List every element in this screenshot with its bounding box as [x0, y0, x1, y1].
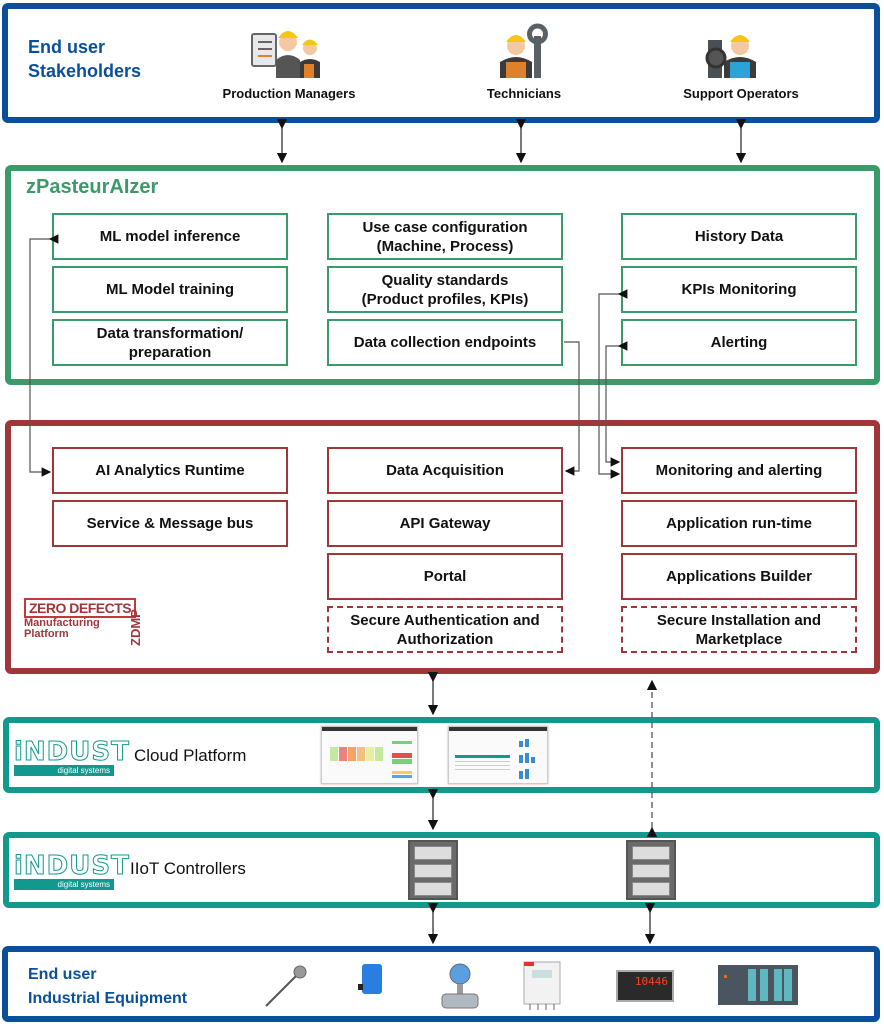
applications-builder[interactable]: Applications Builder — [621, 553, 857, 600]
stakeholders-title: End user Stakeholders — [28, 37, 142, 81]
digital-panel-meter-icon: 10446 — [616, 970, 674, 1002]
equipment-title: End user Industrial Equipment — [28, 966, 188, 1007]
api-gateway[interactable]: API Gateway — [327, 500, 563, 547]
zdmp-logo: ZERO DEFECTS Manufacturing Platform ZDMP — [24, 598, 143, 646]
ml-model-inference[interactable]: ML model inference — [52, 213, 288, 260]
secure-installation-marketplace[interactable]: Secure Installation and Marketplace — [621, 606, 857, 653]
ml-model-training[interactable]: ML Model training — [52, 266, 288, 313]
photoelectric-sensor-icon — [358, 962, 386, 998]
dashboard-screenshot-2 — [448, 726, 548, 784]
portal[interactable]: Portal — [327, 553, 563, 600]
panel-meter-reading: 10446 — [634, 975, 668, 988]
iiot-controllers-label: IIoT Controllers — [130, 859, 246, 878]
zdmp-logo-vertical: ZDMP — [128, 609, 143, 646]
history-data[interactable]: History Data — [621, 213, 857, 260]
zdmp-logo-sub: Manufacturing Platform — [24, 617, 100, 640]
application-runtime[interactable]: Application run-time — [621, 500, 857, 547]
indust-logo-word: iNDUST — [14, 737, 130, 767]
stakeholder-support-operators: Support Operators — [683, 86, 799, 101]
flow-meter-icon — [440, 960, 480, 1012]
indust-logo-cloud: iNDUST digital systems — [14, 737, 130, 776]
indust-logo-word: iNDUST — [14, 851, 130, 881]
plc-rack-icon — [718, 963, 798, 1007]
alerting[interactable]: Alerting — [621, 319, 857, 366]
stakeholder-production-managers: Production Managers — [222, 86, 356, 101]
monitoring-and-alerting[interactable]: Monitoring and alerting — [621, 447, 857, 494]
secure-authentication[interactable]: Secure Authentication and Authorization — [327, 606, 563, 653]
cloud-platform-label: Cloud Platform — [134, 746, 247, 765]
ai-analytics-runtime[interactable]: AI Analytics Runtime — [52, 447, 288, 494]
kpis-monitoring[interactable]: KPIs Monitoring — [621, 266, 857, 313]
data-transformation[interactable]: Data transformation/ preparation — [52, 319, 288, 366]
quality-standards[interactable]: Quality standards (Product profiles, KPI… — [327, 266, 563, 313]
zpasteuraizer-title: zPasteurAIzer — [26, 176, 159, 198]
service-message-bus[interactable]: Service & Message bus — [52, 500, 288, 547]
indust-logo-iiot: iNDUST digital systems — [14, 851, 130, 890]
iiot-controller-cabinet-1 — [408, 840, 458, 900]
stakeholder-technicians: Technicians — [486, 86, 562, 101]
zdmp-logo-main: ZERO DEFECTS — [24, 598, 137, 618]
production-managers-icon — [250, 22, 330, 80]
data-acquisition[interactable]: Data Acquisition — [327, 447, 563, 494]
use-case-configuration[interactable]: Use case configuration (Machine, Process… — [327, 213, 563, 260]
support-operator-icon — [702, 22, 766, 80]
analyzer-unit-icon — [522, 960, 562, 1012]
technician-icon — [494, 22, 554, 80]
iiot-controller-cabinet-2 — [626, 840, 676, 900]
data-collection-endpoints[interactable]: Data collection endpoints — [327, 319, 563, 366]
temperature-probe-icon — [262, 960, 312, 1010]
dashboard-screenshot-1 — [321, 726, 418, 784]
